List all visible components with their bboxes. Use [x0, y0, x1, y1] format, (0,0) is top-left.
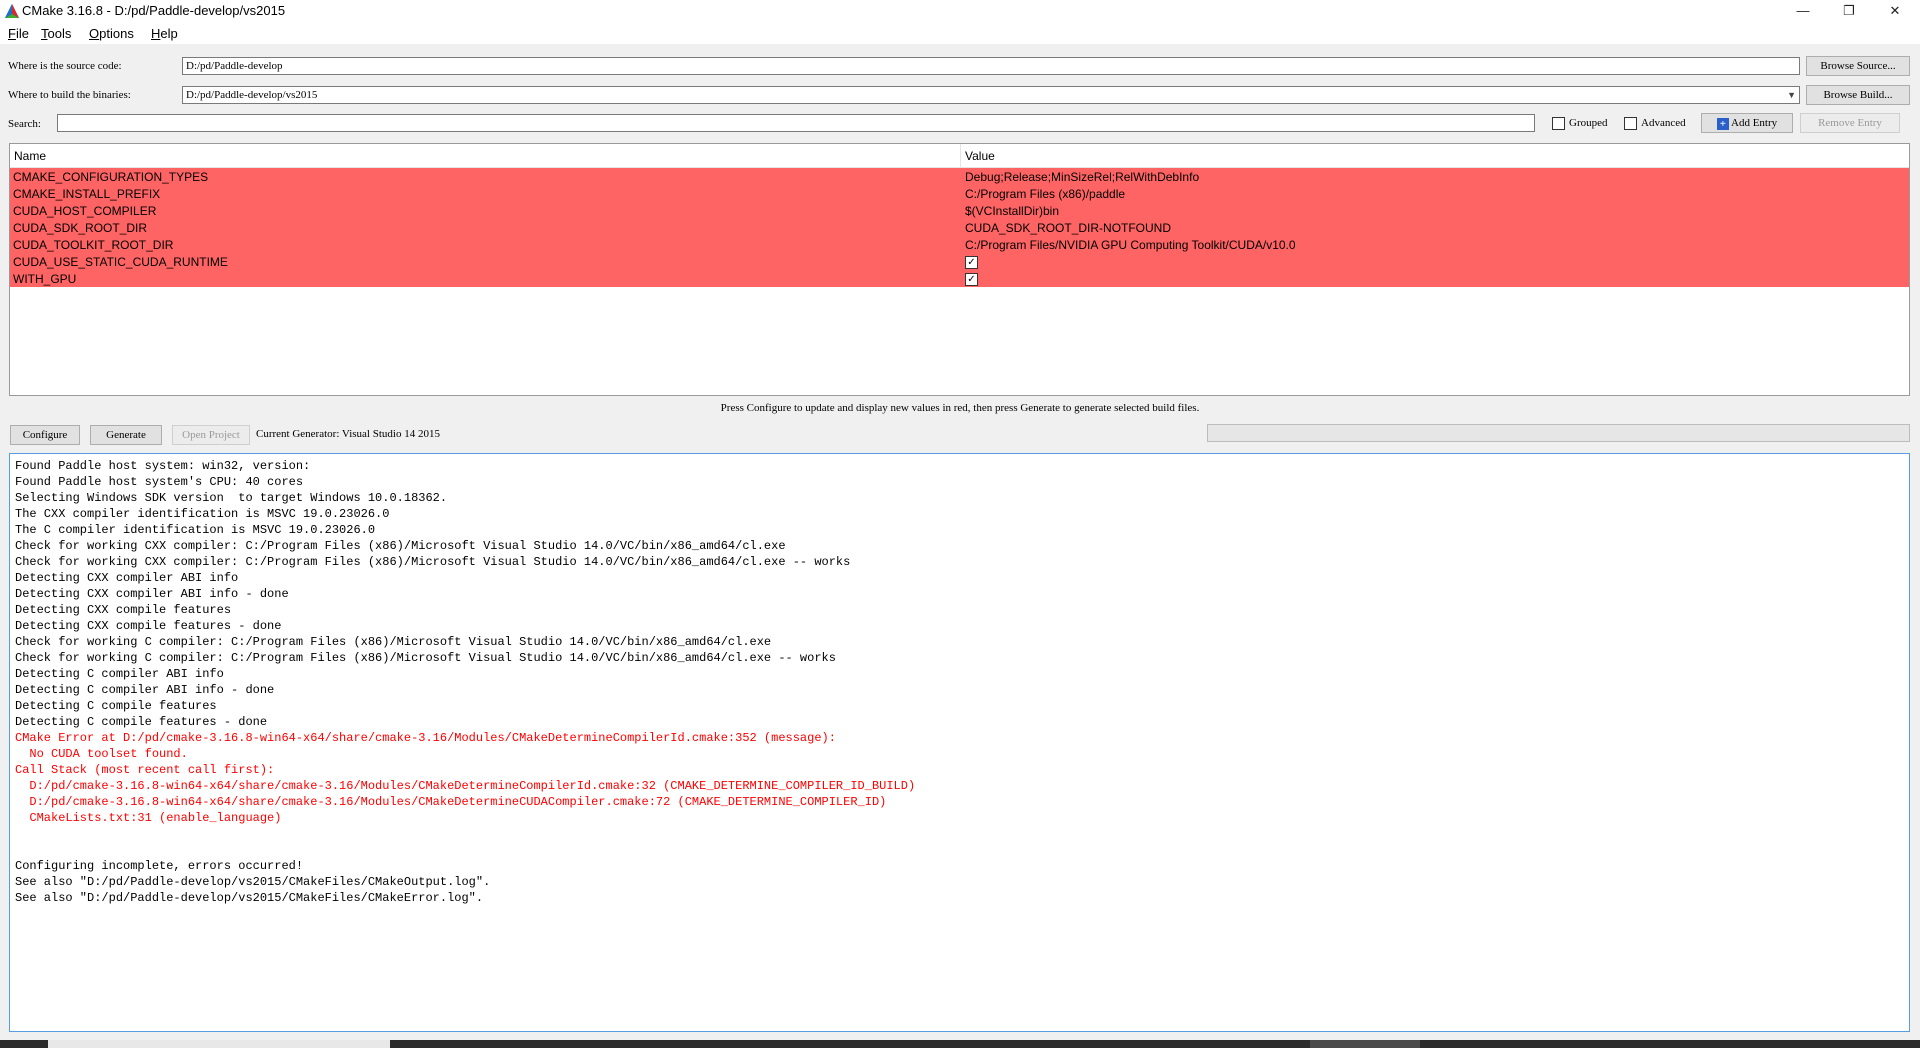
table-row[interactable]: CUDA_SDK_ROOT_DIR CUDA_SDK_ROOT_DIR-NOTFO…	[10, 219, 1909, 236]
grouped-label: Grouped	[1569, 117, 1608, 130]
cmake-logo-icon	[5, 4, 19, 18]
build-value: D:/pd/Paddle-develop/vs2015	[186, 89, 318, 101]
remove-entry-button[interactable]: Remove Entry	[1800, 113, 1900, 133]
table-header: Name Value	[10, 144, 1909, 168]
cell-name: CUDA_SDK_ROOT_DIR	[13, 221, 148, 235]
output-line: Found Paddle host system's CPU: 40 cores	[15, 475, 304, 489]
progress-bar	[1207, 424, 1910, 442]
table-row[interactable]: CMAKE_CONFIGURATION_TYPES Debug;Release;M…	[10, 168, 1909, 185]
output-line: Detecting CXX compiler ABI info	[15, 571, 239, 585]
minimize-icon[interactable]: —	[1780, 0, 1826, 22]
advanced-label: Advanced	[1641, 117, 1686, 130]
search-label: Search:	[8, 118, 41, 130]
add-entry-label: Add Entry	[1731, 117, 1778, 129]
value-checkbox[interactable]: ✓	[965, 256, 978, 269]
table-row[interactable]: CMAKE_INSTALL_PREFIX C:/Program Files (x8…	[10, 185, 1909, 202]
value-checkbox[interactable]: ✓	[965, 273, 978, 286]
cell-name: CMAKE_CONFIGURATION_TYPES	[13, 170, 209, 184]
menu-file[interactable]: File	[8, 26, 29, 41]
output-error-line: No CUDA toolset found.	[15, 747, 188, 761]
taskbar	[0, 1040, 1920, 1048]
output-error-line: D:/pd/cmake-3.16.8-win64-x64/share/cmake…	[15, 779, 916, 793]
output-line: The CXX compiler identification is MSVC …	[15, 507, 390, 521]
output-line: Configuring incomplete, errors occurred!	[15, 859, 304, 873]
generate-button[interactable]: Generate	[90, 425, 162, 445]
menu-tools[interactable]: Tools	[41, 26, 71, 41]
cell-name: CUDA_USE_STATIC_CUDA_RUNTIME	[13, 255, 228, 269]
restore-icon[interactable]: ❐	[1826, 0, 1872, 22]
cell-name: WITH_GPU	[13, 272, 77, 286]
cell-name: CUDA_HOST_COMPILER	[13, 204, 157, 218]
browse-source-button[interactable]: Browse Source...	[1806, 56, 1910, 76]
output-line: Detecting C compile features	[15, 699, 217, 713]
output-line: The C compiler identification is MSVC 19…	[15, 523, 376, 537]
column-divider[interactable]	[960, 144, 961, 167]
cell-value[interactable]: C:/Program Files/NVIDIA GPU Computing To…	[965, 238, 1296, 252]
output-line: Check for working CXX compiler: C:/Progr…	[15, 555, 851, 569]
checkbox-box[interactable]	[1624, 117, 1637, 130]
cache-table: Name Value CMAKE_CONFIGURATION_TYPES Debu…	[9, 143, 1910, 396]
info-text: Press Configure to update and display ne…	[720, 402, 1200, 414]
browse-build-button[interactable]: Browse Build...	[1806, 85, 1910, 105]
output-line: Detecting CXX compiler ABI info - done	[15, 587, 289, 601]
output-line: See also "D:/pd/Paddle-develop/vs2015/CM…	[15, 891, 484, 905]
column-header-value[interactable]: Value	[965, 149, 995, 163]
column-header-name[interactable]: Name	[14, 149, 46, 163]
output-error-line: D:/pd/cmake-3.16.8-win64-x64/share/cmake…	[15, 795, 887, 809]
title-bar: CMake 3.16.8 - D:/pd/Paddle-develop/vs20…	[0, 0, 1920, 22]
output-line: Found Paddle host system: win32, version…	[15, 459, 311, 473]
cell-value[interactable]: CUDA_SDK_ROOT_DIR-NOTFOUND	[965, 221, 1171, 235]
close-icon[interactable]: ✕	[1872, 0, 1918, 22]
output-log[interactable]: Found Paddle host system: win32, version…	[9, 453, 1910, 1032]
table-row[interactable]: CUDA_TOOLKIT_ROOT_DIR C:/Program Files/NV…	[10, 236, 1909, 253]
configure-button[interactable]: Configure	[10, 425, 80, 445]
output-line: See also "D:/pd/Paddle-develop/vs2015/CM…	[15, 875, 491, 889]
table-row[interactable]: CUDA_USE_STATIC_CUDA_RUNTIME ✓	[10, 253, 1909, 270]
checkbox-box[interactable]	[1552, 117, 1565, 130]
source-input[interactable]: D:/pd/Paddle-develop	[182, 57, 1800, 75]
source-label: Where is the source code:	[8, 60, 122, 72]
open-project-button[interactable]: Open Project	[172, 425, 250, 445]
table-row[interactable]: WITH_GPU ✓	[10, 270, 1909, 287]
output-line: Selecting Windows SDK version to target …	[15, 491, 448, 505]
build-combobox[interactable]: D:/pd/Paddle-develop/vs2015 ▼	[182, 86, 1800, 104]
cell-name: CMAKE_INSTALL_PREFIX	[13, 187, 161, 201]
table-row[interactable]: CUDA_HOST_COMPILER $(VCInstallDir)bin	[10, 202, 1909, 219]
grouped-checkbox[interactable]: Grouped	[1552, 117, 1608, 133]
cell-value[interactable]: $(VCInstallDir)bin	[965, 204, 1059, 218]
output-line: Check for working C compiler: C:/Program…	[15, 635, 772, 649]
output-line: Check for working CXX compiler: C:/Progr…	[15, 539, 786, 553]
build-label: Where to build the binaries:	[8, 89, 131, 101]
cell-value[interactable]: Debug;Release;MinSizeRel;RelWithDebInfo	[965, 170, 1199, 184]
output-line: Detecting CXX compile features	[15, 603, 232, 617]
output-line: Detecting CXX compile features - done	[15, 619, 282, 633]
current-generator-label: Current Generator: Visual Studio 14 2015	[256, 428, 440, 440]
cell-value[interactable]: C:/Program Files (x86)/paddle	[965, 187, 1125, 201]
output-line: Check for working C compiler: C:/Program…	[15, 651, 836, 665]
output-error-line: CMake Error at D:/pd/cmake-3.16.8-win64-…	[15, 731, 836, 745]
output-error-line: Call Stack (most recent call first):	[15, 763, 275, 777]
taskbar-search-box[interactable]	[48, 1040, 390, 1048]
advanced-checkbox[interactable]: Advanced	[1624, 117, 1686, 133]
menu-options[interactable]: Options	[89, 26, 134, 41]
menu-bar: File Tools Options Help	[0, 22, 1920, 44]
plus-icon: +	[1716, 118, 1729, 130]
cell-name: CUDA_TOOLKIT_ROOT_DIR	[13, 238, 174, 252]
window-title: CMake 3.16.8 - D:/pd/Paddle-develop/vs20…	[22, 3, 286, 18]
output-line: Detecting C compile features - done	[15, 715, 268, 729]
taskbar-app-button[interactable]	[1310, 1040, 1420, 1048]
search-input[interactable]	[57, 114, 1535, 132]
chevron-down-icon[interactable]: ▼	[1787, 87, 1796, 103]
output-error-line: CMakeLists.txt:31 (enable_language)	[15, 811, 282, 825]
add-entry-button[interactable]: + Add Entry	[1701, 113, 1793, 133]
output-line: Detecting C compiler ABI info - done	[15, 683, 275, 697]
output-line: Detecting C compiler ABI info	[15, 667, 224, 681]
menu-help[interactable]: Help	[151, 26, 178, 41]
